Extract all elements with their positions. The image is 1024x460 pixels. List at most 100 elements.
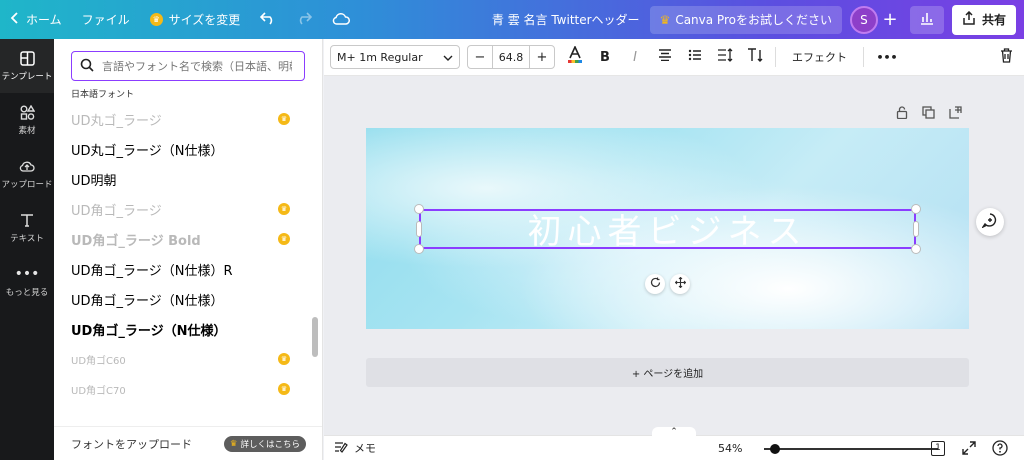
cloud-icon (332, 12, 351, 28)
comment-add-icon (980, 212, 998, 232)
document-title[interactable]: 青 雲 名言 Twitterヘッダー (482, 0, 650, 39)
chevron-up-icon: ⌃ (670, 427, 678, 437)
text-selection-box[interactable] (419, 209, 916, 249)
nav-item-elements[interactable]: 素材 (0, 93, 54, 147)
crown-icon: ♛ (278, 383, 290, 395)
font-item[interactable]: UD明朝 (54, 164, 310, 194)
learn-more-badge[interactable]: ♛ 詳しくはこちら (223, 435, 306, 452)
font-name: UD角ゴ_ラージ (71, 203, 162, 219)
font-search-box[interactable] (71, 51, 305, 81)
font-item[interactable]: UD丸ゴ_ラージ（N仕様） (54, 134, 310, 164)
undo-button[interactable] (250, 0, 286, 39)
elements-icon (19, 104, 35, 120)
bold-button[interactable]: B (595, 45, 615, 69)
font-size-input[interactable]: 64.8 (492, 46, 530, 68)
resize-handle-right[interactable] (913, 221, 919, 237)
move-button[interactable] (670, 274, 690, 294)
zoom-level[interactable]: 54% (718, 442, 742, 455)
effects-button[interactable]: エフェクト (786, 49, 853, 65)
nav-item-more[interactable]: ••• もっと見る (0, 255, 54, 309)
font-size-stepper: − 64.8 + (467, 45, 555, 69)
italic-button[interactable]: I (625, 45, 645, 69)
file-menu-button[interactable]: ファイル (72, 0, 140, 39)
font-family-value: M+ 1m Regular (337, 50, 423, 64)
font-list: UD丸ゴ_ラージ ♛ UD丸ゴ_ラージ（N仕様） UD明朝 UD角ゴ_ラージ ♛ U… (54, 104, 310, 424)
decrease-size-button[interactable]: − (468, 46, 492, 68)
font-item[interactable]: UD角ゴ_ラージ Bold ♛ (54, 224, 310, 254)
font-item[interactable]: UD角ゴC70 ♛ (54, 374, 310, 404)
nav-item-text[interactable]: テキスト (0, 201, 54, 255)
increase-size-button[interactable]: + (530, 46, 554, 68)
align-button[interactable] (655, 45, 675, 69)
share-button[interactable]: 共有 (951, 4, 1016, 35)
delete-button[interactable] (996, 45, 1016, 69)
share-label: 共有 (981, 13, 1006, 27)
add-collaborator-button[interactable]: + (878, 8, 902, 32)
add-page-icon[interactable] (949, 106, 962, 122)
font-item[interactable]: UD角ゴ_ラージ ♛ (54, 194, 310, 224)
font-list-scrollbar[interactable] (311, 87, 319, 432)
page-count-button[interactable]: 1 (931, 441, 945, 456)
chevron-left-icon (10, 12, 20, 27)
spacing-button[interactable] (715, 45, 735, 69)
resize-label: サイズを変更 (168, 13, 241, 27)
font-item[interactable]: UD角ゴ_ラージ（N仕様） (54, 284, 310, 314)
zoom-slider-knob[interactable] (770, 444, 780, 454)
resize-button[interactable]: ♛ サイズを変更 (140, 0, 251, 39)
text-toolbar: M+ 1m Regular − 64.8 + B I エフェクト ••• (324, 39, 1024, 76)
trash-icon (1000, 47, 1013, 67)
upload-font-link[interactable]: フォントをアップロード (71, 436, 192, 452)
nav-label: テキスト (10, 234, 44, 244)
move-icon (674, 276, 686, 291)
vertical-text-icon (747, 48, 763, 66)
text-color-button[interactable] (565, 45, 585, 69)
resize-handle-tl[interactable] (414, 204, 424, 214)
panel-footer: フォントをアップロード ♛ 詳しくはこちら (54, 426, 322, 460)
font-item[interactable]: UD角ゴ_ラージ（N仕様） (54, 314, 310, 344)
nav-item-uploads[interactable]: アップロード (0, 147, 54, 201)
font-family-dropdown[interactable]: M+ 1m Regular (330, 45, 460, 69)
resize-handle-bl[interactable] (414, 244, 424, 254)
duplicate-icon[interactable] (922, 106, 935, 122)
insights-button[interactable] (909, 5, 944, 34)
font-search-input[interactable] (102, 59, 292, 73)
vertical-text-button[interactable] (745, 45, 765, 69)
top-bar: ホーム ファイル ♛ サイズを変更 青 雲 名言 Twitterヘッダー ♛ C… (0, 0, 1024, 39)
font-name: UD明朝 (71, 173, 117, 189)
font-name: UD角ゴC60 (71, 355, 126, 367)
redo-icon (296, 11, 313, 28)
help-button[interactable] (992, 440, 1008, 459)
undo-icon (260, 11, 276, 28)
more-options-button[interactable]: ••• (874, 45, 900, 69)
resize-handle-left[interactable] (416, 221, 422, 237)
scrollbar-thumb[interactable] (312, 317, 318, 357)
nav-label: テンプレート (1, 72, 53, 82)
resize-handle-tr[interactable] (911, 204, 921, 214)
font-item[interactable]: UD角ゴC60 ♛ (54, 344, 310, 374)
fullscreen-button[interactable] (962, 441, 976, 458)
add-page-button[interactable]: + ページを追加 (366, 358, 969, 387)
bar-chart-icon (920, 11, 934, 28)
resize-handle-br[interactable] (911, 244, 921, 254)
collapse-pages-tab[interactable]: ⌃ (652, 427, 696, 437)
lock-icon[interactable] (896, 106, 908, 122)
notes-button[interactable]: メモ (334, 440, 376, 456)
line-spacing-icon (717, 48, 733, 66)
upload-icon (19, 158, 35, 174)
nav-label: もっと見る (5, 288, 49, 298)
page-count: 1 (935, 443, 941, 453)
font-item[interactable]: UD角ゴ_ラージ（N仕様）R (54, 254, 310, 284)
design-page[interactable]: 初心者ビジネス (366, 128, 969, 329)
redo-button[interactable] (286, 0, 322, 39)
rotate-button[interactable] (645, 274, 665, 294)
try-pro-button[interactable]: ♛ Canva Proをお試しください (649, 5, 842, 34)
home-button[interactable]: ホーム (0, 0, 72, 39)
cloud-save-button[interactable] (322, 0, 360, 39)
comment-button[interactable] (976, 208, 1004, 236)
nav-item-templates[interactable]: テンプレート (0, 39, 54, 93)
avatar[interactable]: S (849, 5, 878, 34)
font-item[interactable]: UD丸ゴ_ラージ ♛ (54, 104, 310, 134)
list-button[interactable] (685, 45, 705, 69)
zoom-slider[interactable] (764, 448, 938, 450)
crown-icon: ♛ (149, 13, 163, 26)
